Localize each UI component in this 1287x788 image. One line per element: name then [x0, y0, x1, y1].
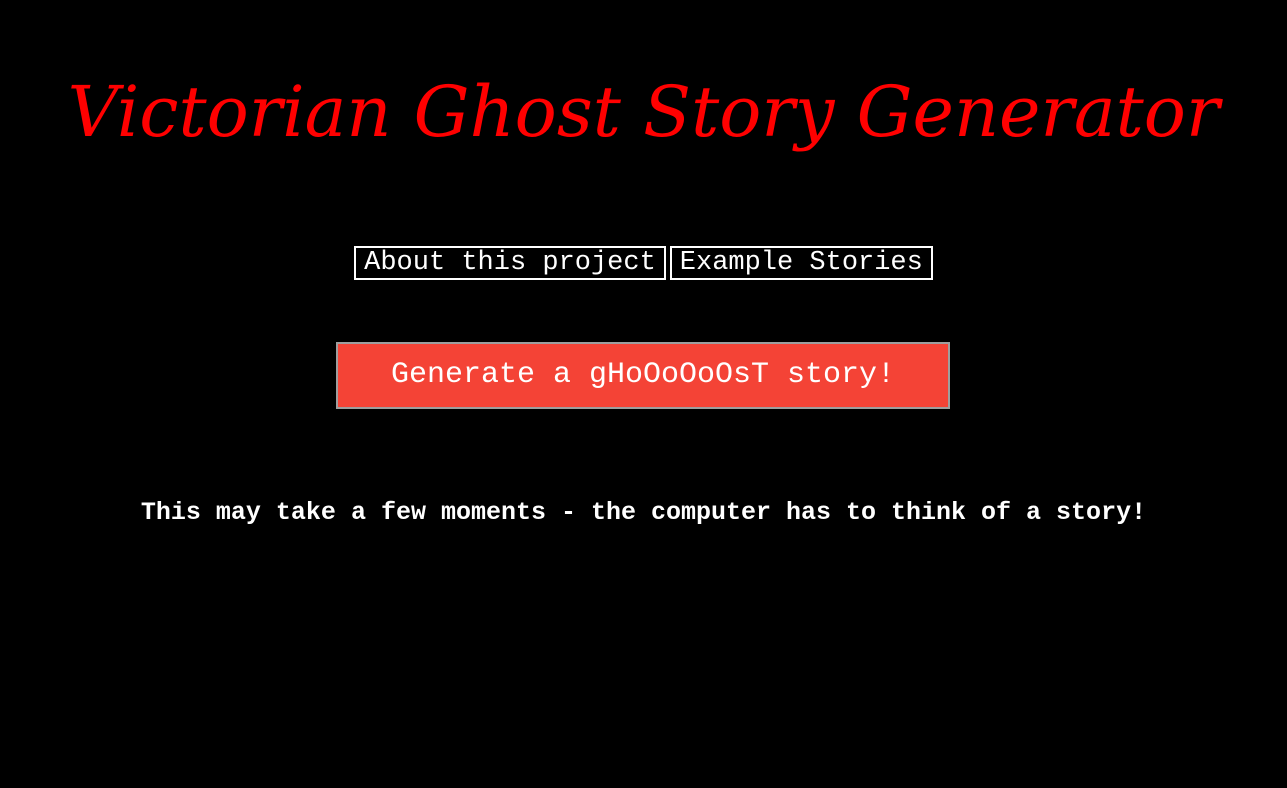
example-stories-link[interactable]: Example Stories [669, 246, 933, 280]
loading-note: This may take a few moments - the comput… [140, 498, 1147, 527]
about-link[interactable]: About this project [354, 246, 666, 280]
page-title: Victorian Ghost Story Generator [67, 71, 1220, 153]
page: Victorian Ghost Story Generator About th… [0, 0, 1287, 788]
nav-bar: About this project Example Stories [0, 246, 1287, 280]
generate-story-button[interactable]: Generate a gHoOoOoOsT story! [336, 342, 950, 409]
